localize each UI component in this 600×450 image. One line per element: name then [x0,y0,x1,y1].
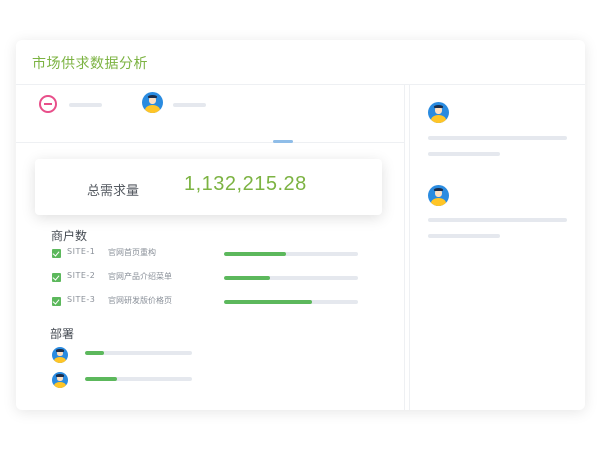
right-panel [410,85,585,410]
site-name: 官网产品介绍菜单 [108,272,172,281]
checkbox-checked-icon[interactable] [52,297,61,306]
panel-divider [404,85,405,410]
placeholder-text [69,103,102,107]
user-avatar-icon[interactable] [52,347,68,363]
card-header: 市场供求数据分析 [16,40,585,85]
tab-indicator [273,140,293,143]
placeholder-text [428,218,567,222]
left-panel: 总需求量 1,132,215.28 商户数 SITE-1 官网首页重构 SITE… [16,85,404,410]
site-name: 官网研发版价格页 [108,296,172,305]
site-row-2[interactable]: SITE-2 官网产品介绍菜单 [52,271,372,285]
analysis-card: 市场供求数据分析 总需求量 1,132,215.28 商户数 SITE-1 官网… [16,40,585,410]
site-name: 官网首页重构 [108,248,156,257]
total-demand-value: 1,132,215.28 [184,173,307,195]
deployment-section-title: 部署 [50,327,75,341]
site-row-1[interactable]: SITE-1 官网首页重构 [52,247,372,261]
site-progress-track [224,300,358,304]
user-avatar-icon[interactable] [142,92,163,113]
merchants-section-title: 商户数 [51,229,88,243]
site-progress-fill [224,252,286,256]
deployment-progress-track [85,351,192,355]
site-progress-fill [224,276,270,280]
site-progress-track [224,276,358,280]
page-title: 市场供求数据分析 [32,56,148,72]
site-code: SITE-1 [67,247,96,256]
site-code: SITE-2 [67,271,96,280]
deployment-progress-fill [85,377,118,381]
user-avatar-icon[interactable] [428,185,449,206]
assignee-row [16,85,404,143]
site-progress-fill [224,300,313,304]
user-avatar-icon[interactable] [428,102,449,123]
checkbox-checked-icon[interactable] [52,273,61,282]
site-code: SITE-3 [67,295,96,304]
placeholder-text [428,136,567,140]
deployment-progress-fill [85,351,105,355]
placeholder-text [428,152,500,156]
total-demand-box: 总需求量 1,132,215.28 [35,159,382,215]
deployment-progress-track [85,377,192,381]
placeholder-text [428,234,500,238]
user-avatar-icon[interactable] [52,372,68,388]
total-demand-label: 总需求量 [87,184,140,199]
minus-circle-icon[interactable] [39,95,57,113]
checkbox-checked-icon[interactable] [52,249,61,258]
site-progress-track [224,252,358,256]
placeholder-text [173,103,206,107]
site-row-3[interactable]: SITE-3 官网研发版价格页 [52,295,372,309]
